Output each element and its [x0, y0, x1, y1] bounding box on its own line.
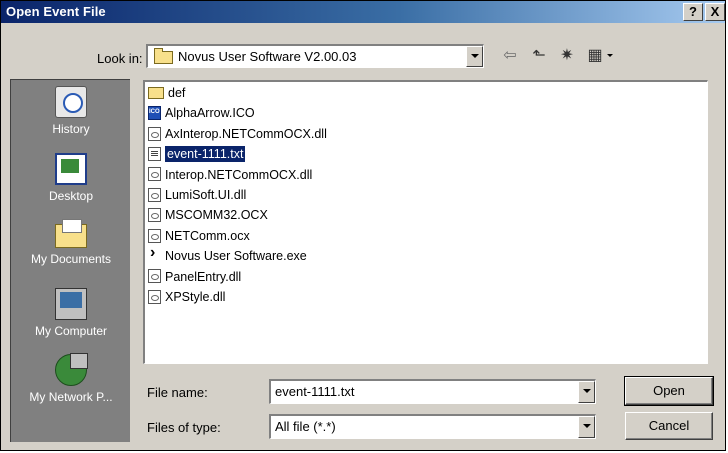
file-name: Interop.NETCommOCX.dll — [165, 167, 313, 182]
dll-file-icon — [148, 208, 161, 223]
folder-icon — [148, 86, 164, 99]
look-in-dropdown[interactable]: Novus User Software V2.00.03 — [146, 44, 484, 68]
file-item[interactable]: LumiSoft.UI.dll — [148, 187, 327, 207]
file-name: def — [168, 85, 186, 100]
place-history[interactable]: History — [11, 86, 131, 136]
dll-file-icon — [148, 126, 161, 141]
place-my-computer[interactable]: My Computer — [11, 288, 131, 338]
my-documents-icon — [55, 219, 87, 248]
help-button[interactable]: ? — [683, 3, 703, 21]
history-icon — [55, 86, 87, 118]
file-item[interactable]: XPStyle.dll — [148, 289, 327, 309]
file-item[interactable]: Novus User Software.exe — [148, 244, 327, 268]
new-folder-icon[interactable]: ✷ — [557, 47, 577, 65]
file-item[interactable]: AlphaArrow.ICO — [148, 105, 327, 125]
view-menu-caret-icon[interactable] — [607, 54, 613, 57]
file-item[interactable]: Interop.NETCommOCX.dll — [148, 167, 327, 187]
file-name: MSCOMM32.OCX — [165, 208, 268, 223]
file-name: PanelEntry.dll — [165, 269, 242, 284]
file-item[interactable]: event-1111.txt — [148, 145, 327, 166]
network-icon — [55, 353, 88, 386]
place-desktop[interactable]: Desktop — [11, 153, 131, 203]
place-my-network[interactable]: My Network P... — [11, 353, 131, 404]
desktop-icon — [55, 153, 87, 185]
dialog-title: Open Event File — [6, 4, 106, 19]
file-name-label: File name: — [147, 385, 208, 400]
folder-icon — [154, 48, 173, 64]
dll-file-icon — [148, 269, 161, 284]
file-name: AxInterop.NETCommOCX.dll — [165, 126, 327, 141]
file-name-field[interactable]: event-1111.txt — [269, 379, 596, 404]
cancel-button[interactable]: Cancel — [625, 412, 713, 440]
look-in-label: Look in: — [97, 51, 143, 66]
file-name: NETComm.ocx — [165, 228, 250, 243]
file-item[interactable]: AxInterop.NETCommOCX.dll — [148, 126, 327, 146]
places-bar: History Desktop My Documents My Computer… — [10, 79, 130, 442]
exe-file-icon — [148, 244, 161, 263]
open-button[interactable]: Open — [624, 376, 714, 406]
file-items: def AlphaArrow.ICO AxInterop.NETCommOCX.dl… — [148, 85, 327, 309]
file-item[interactable]: MSCOMM32.OCX — [148, 207, 327, 227]
title-bar[interactable]: Open Event File ? X — [1, 1, 725, 23]
file-name: XPStyle.dll — [165, 289, 226, 304]
close-button[interactable]: X — [705, 3, 725, 21]
file-item[interactable]: def — [148, 85, 327, 105]
dll-file-icon — [148, 228, 161, 243]
dll-file-icon — [148, 289, 161, 304]
place-my-documents[interactable]: My Documents — [11, 219, 131, 266]
view-menu-icon[interactable]: ▦ — [585, 47, 605, 65]
up-one-level-icon[interactable]: ⬑ — [529, 47, 549, 65]
place-label: My Network P... — [29, 390, 113, 404]
place-label: My Documents — [30, 252, 112, 266]
file-item[interactable]: PanelEntry.dll — [148, 269, 327, 289]
back-arrow-icon[interactable]: ⇦ — [500, 47, 520, 65]
file-type-value: All file (*.*) — [275, 419, 336, 434]
chevron-down-icon[interactable] — [578, 381, 595, 403]
dll-file-icon — [148, 187, 161, 202]
place-label: Desktop — [48, 189, 94, 203]
file-name-value: event-1111.txt — [275, 384, 355, 399]
place-label: History — [52, 122, 90, 136]
chevron-down-icon[interactable] — [466, 46, 483, 67]
file-name: LumiSoft.UI.dll — [165, 187, 247, 202]
file-item[interactable]: NETComm.ocx — [148, 228, 327, 248]
chevron-down-icon[interactable] — [578, 416, 595, 438]
file-type-dropdown[interactable]: All file (*.*) — [269, 414, 596, 439]
file-name: AlphaArrow.ICO — [165, 106, 255, 121]
my-computer-icon — [55, 288, 87, 320]
dll-file-icon — [148, 167, 161, 182]
file-name: Novus User Software.exe — [165, 248, 307, 263]
file-type-label: Files of type: — [147, 420, 221, 435]
open-file-dialog: Open Event File ? X Look in: Novus User … — [0, 0, 726, 451]
text-file-icon — [148, 147, 161, 161]
file-list[interactable]: def AlphaArrow.ICO AxInterop.NETCommOCX.dl… — [143, 80, 708, 364]
place-label: My Computer — [34, 324, 108, 338]
file-name: event-1111.txt — [163, 145, 247, 163]
ico-file-icon — [148, 106, 161, 121]
look-in-value: Novus User Software V2.00.03 — [178, 49, 357, 64]
